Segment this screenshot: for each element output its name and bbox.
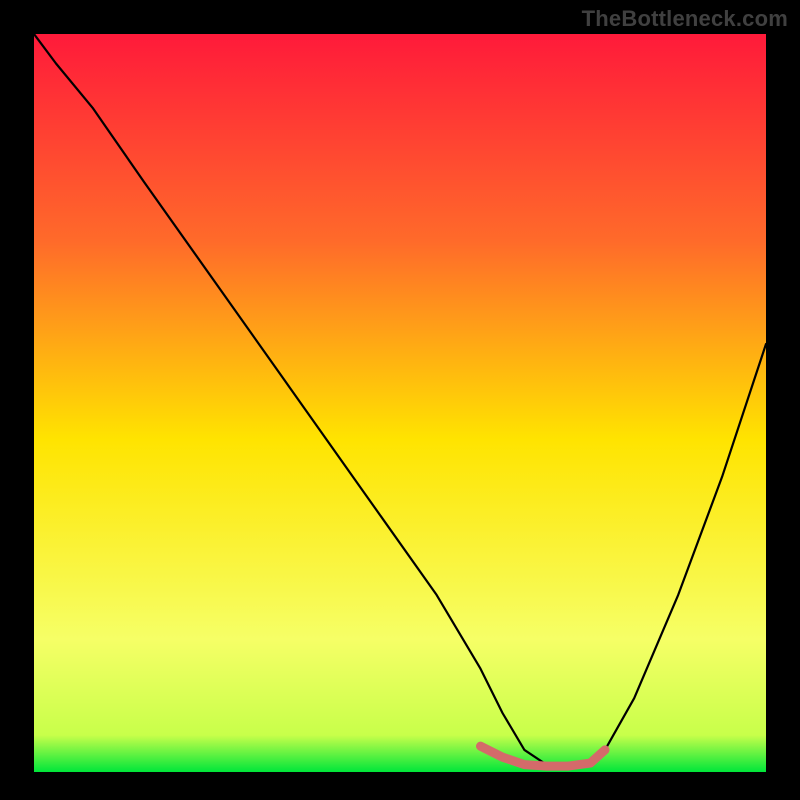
plot-area [34, 34, 766, 772]
watermark-text: TheBottleneck.com [582, 6, 788, 32]
chart-svg [34, 34, 766, 772]
chart-frame: TheBottleneck.com [0, 0, 800, 800]
gradient-background [34, 34, 766, 772]
